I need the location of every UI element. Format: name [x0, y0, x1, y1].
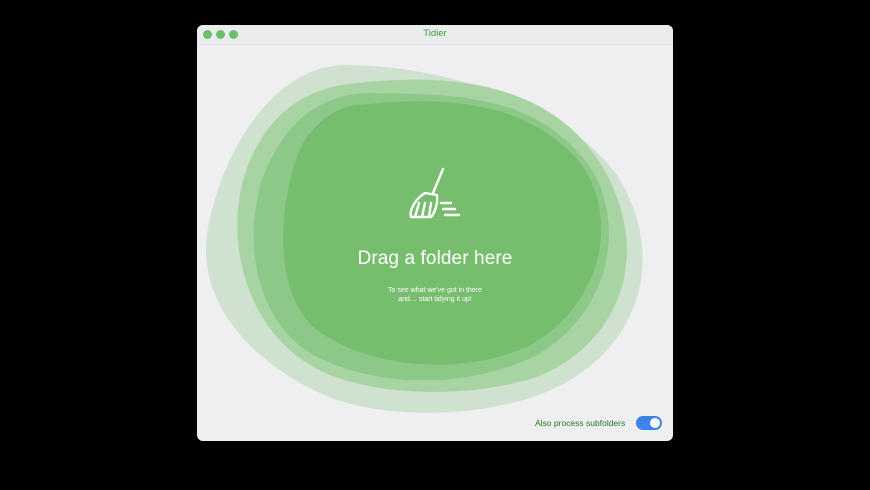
drop-zone[interactable] — [197, 25, 673, 441]
title-bar: Tidier — [197, 25, 673, 45]
app-window: Tidier Drag a folder here To see what we… — [197, 25, 673, 441]
drop-subtitle-line1: To see what we've got in there — [388, 287, 482, 294]
window-title: Tidier — [423, 28, 447, 39]
subfolders-toggle-label: Also process subfolders — [535, 418, 626, 428]
drop-headline: Drag a folder here — [357, 248, 513, 269]
broom-icon — [405, 165, 465, 223]
drop-subtitle-line2: and… start tidying it up! — [398, 296, 472, 303]
drop-zone-blobs — [205, 65, 643, 413]
toggle-knob — [650, 418, 660, 428]
blob-inner-2 — [283, 101, 602, 365]
subfolders-toggle[interactable] — [636, 416, 662, 430]
